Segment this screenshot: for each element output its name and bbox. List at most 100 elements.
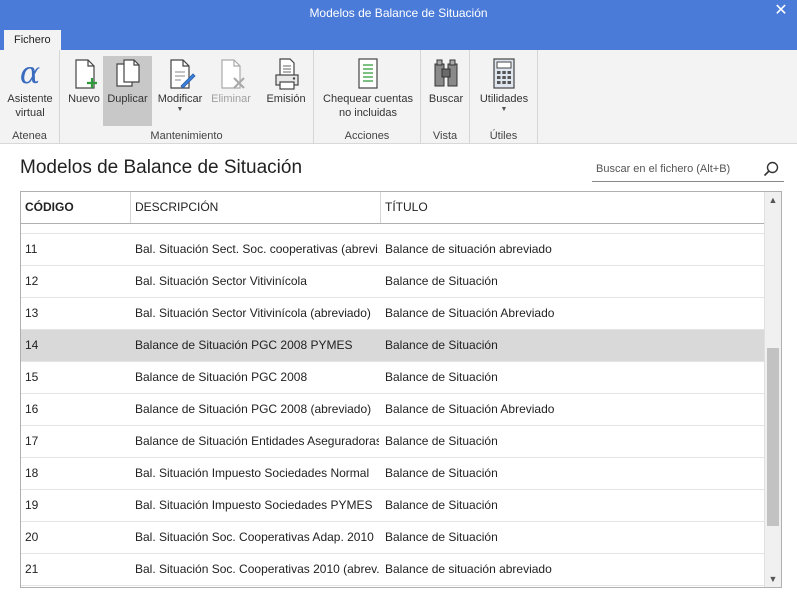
cell-descripcion: Bal. Situación Sector Vitivinícola (135, 274, 307, 288)
modificar-button[interactable]: Modificar ▼ (153, 56, 207, 114)
calculator-icon (493, 58, 515, 89)
table-row[interactable]: 14 Balance de Situación PGC 2008 PYMES Bal… (21, 330, 765, 362)
cell-titulo: Balance de Situación (385, 274, 498, 288)
edit-document-icon (170, 59, 196, 89)
delete-document-icon (221, 59, 245, 89)
cell-descripcion: Bal. Situación Sector Vitivinícola (abre… (135, 306, 371, 320)
table-row[interactable]: 19 Bal. Situación Impuesto Sociedades PYM… (21, 490, 765, 522)
table-row[interactable]: 13 Bal. Situación Sector Vitivinícola (ab… (21, 298, 765, 330)
column-header-codigo[interactable]: CÓDIGO (21, 192, 131, 223)
modificar-chevron-down-icon: ▼ (176, 106, 184, 113)
cell-codigo: 11 (25, 242, 38, 256)
group-atenea: α Asistente virtual Atenea (0, 50, 60, 144)
duplicar-label: Duplicar (107, 93, 148, 105)
emision-label: Emisión (266, 93, 306, 105)
cell-titulo: Balance de Situación (385, 466, 498, 480)
chequear-label-2: no incluidas (338, 107, 398, 119)
page-title: Modelos de Balance de Situación (20, 157, 303, 178)
scroll-down-icon[interactable]: ▼ (765, 571, 781, 587)
cell-codigo: 12 (25, 274, 39, 288)
svg-text:α: α (20, 56, 40, 91)
group-vista: Buscar Vista (421, 50, 470, 144)
duplicar-button[interactable]: Duplicar (103, 56, 152, 126)
cell-titulo: Balance de Situación (385, 434, 498, 448)
checklist-icon (358, 58, 378, 89)
nuevo-button[interactable]: Nuevo (65, 56, 103, 106)
cell-codigo: 20 (25, 530, 39, 544)
cell-codigo: 19 (25, 498, 39, 512)
table-row[interactable]: 20 Bal. Situación Soc. Cooperativas Adap.… (21, 522, 765, 554)
cell-descripcion: Balance de Situación PGC 2008 (abreviado… (135, 402, 372, 416)
cell-titulo: Balance de situación abreviado (385, 242, 552, 256)
group-label-vista: Vista (432, 130, 458, 142)
utilidades-label: Utilidades (479, 93, 529, 105)
utilidades-button[interactable]: Utilidades ▼ (475, 56, 533, 114)
cell-codigo: 15 (25, 370, 39, 384)
binoculars-icon (434, 59, 458, 87)
cell-codigo: 18 (25, 466, 39, 480)
asistente-virtual-button[interactable]: α Asistente virtual (3, 56, 57, 120)
table-row[interactable]: 17 Balance de Situación Entidades Asegura… (21, 426, 765, 458)
cell-codigo: 13 (25, 306, 39, 320)
cell-descripcion: Bal. Situación Impuesto Sociedades PYMES (135, 498, 373, 512)
cell-titulo: Balance de Situación Abreviado (385, 402, 555, 416)
window-title: Modelos de Balance de Situación (309, 6, 488, 20)
close-icon[interactable]: ✕ (773, 2, 789, 20)
duplicate-icon (115, 59, 140, 87)
alpha-icon: α (20, 56, 40, 91)
grid-header: CÓDIGO DESCRIPCIÓN TÍTULO (21, 192, 765, 224)
table-row[interactable]: 11 Bal. Situación Sect. Soc. cooperativas… (21, 234, 765, 266)
table-row[interactable]: 18 Bal. Situación Impuesto Sociedades Nor… (21, 458, 765, 490)
search-icon[interactable] (762, 160, 780, 178)
group-utiles: Utilidades ▼ Útiles (470, 50, 538, 144)
tab-fichero[interactable]: Fichero (4, 30, 61, 50)
group-acciones: Chequear cuentas no incluidas Acciones (314, 50, 421, 144)
search-input[interactable] (596, 160, 756, 178)
group-label-atenea: Atenea (12, 130, 47, 142)
scrollbar-thumb[interactable] (767, 348, 779, 526)
chequear-cuentas-button[interactable]: Chequear cuentas no incluidas (319, 56, 417, 120)
group-mantenimiento: Nuevo Duplicar Modificar ▼ Eliminar Emis… (60, 50, 314, 144)
group-label-acciones: Acciones (344, 130, 390, 142)
cell-codigo: 16 (25, 402, 39, 416)
cell-descripcion: Balance de Situación PGC 2008 PYMES (135, 338, 353, 352)
group-label-utiles: Útiles (489, 130, 518, 142)
table-row[interactable]: 15 Balance de Situación PGC 2008 Balance d… (21, 362, 765, 394)
cell-descripcion: Bal. Situación Soc. Cooperativas 2010 (a… (135, 562, 379, 576)
print-icon (275, 58, 299, 90)
eliminar-label: Eliminar (211, 93, 251, 105)
emision-button[interactable]: Emisión (263, 56, 309, 106)
eliminar-button[interactable]: Eliminar (208, 56, 254, 106)
cell-titulo: Balance de Situación (385, 530, 498, 544)
group-label-mantenimiento: Mantenimiento (150, 130, 223, 142)
nuevo-label: Nuevo (68, 93, 100, 105)
buscar-label: Buscar (428, 93, 464, 105)
scroll-up-icon[interactable]: ▲ (765, 192, 781, 208)
ribbon-tab-strip: Fichero (0, 26, 797, 50)
cell-codigo: 14 (25, 338, 39, 352)
cell-titulo: Balance de Situación (385, 498, 498, 512)
table-row[interactable]: 16 Balance de Situación PGC 2008 (abrevia… (21, 394, 765, 426)
cell-descripcion: Bal. Situación Impuesto Sociedades Norma… (135, 466, 370, 480)
column-header-descripcion[interactable]: DESCRIPCIÓN (131, 192, 381, 223)
cell-descripcion: Bal. Situación Sect. Soc. cooperativas (… (135, 242, 379, 256)
cell-titulo: Balance de Situación (385, 338, 498, 352)
table-row[interactable]: 12 Bal. Situación Sector Vitivinícola Bala… (21, 266, 765, 298)
asistente-label-2: virtual (15, 107, 45, 119)
cell-titulo: Balance de Situación (385, 370, 498, 384)
column-header-titulo[interactable]: TÍTULO (381, 192, 765, 223)
search-box (592, 156, 784, 182)
table-row[interactable]: 21 Bal. Situación Soc. Cooperativas 2010 … (21, 554, 765, 586)
table-row-partial (21, 224, 765, 234)
chequear-label-1: Chequear cuentas (323, 93, 413, 105)
buscar-button[interactable]: Buscar (425, 56, 467, 106)
ribbon: α Asistente virtual Atenea Nuevo Duplica… (0, 50, 797, 144)
utilidades-chevron-down-icon: ▼ (500, 106, 508, 113)
cell-titulo: Balance de Situación Abreviado (385, 306, 555, 320)
asistente-label-1: Asistente (7, 93, 53, 105)
title-bar: Modelos de Balance de Situación ✕ (0, 0, 797, 26)
cell-descripcion: Balance de Situación Entidades Asegurado… (135, 434, 379, 448)
new-document-icon (75, 59, 97, 89)
vertical-scrollbar[interactable]: ▲ ▼ (764, 192, 781, 587)
cell-titulo: Balance de situación abreviado (385, 562, 552, 576)
